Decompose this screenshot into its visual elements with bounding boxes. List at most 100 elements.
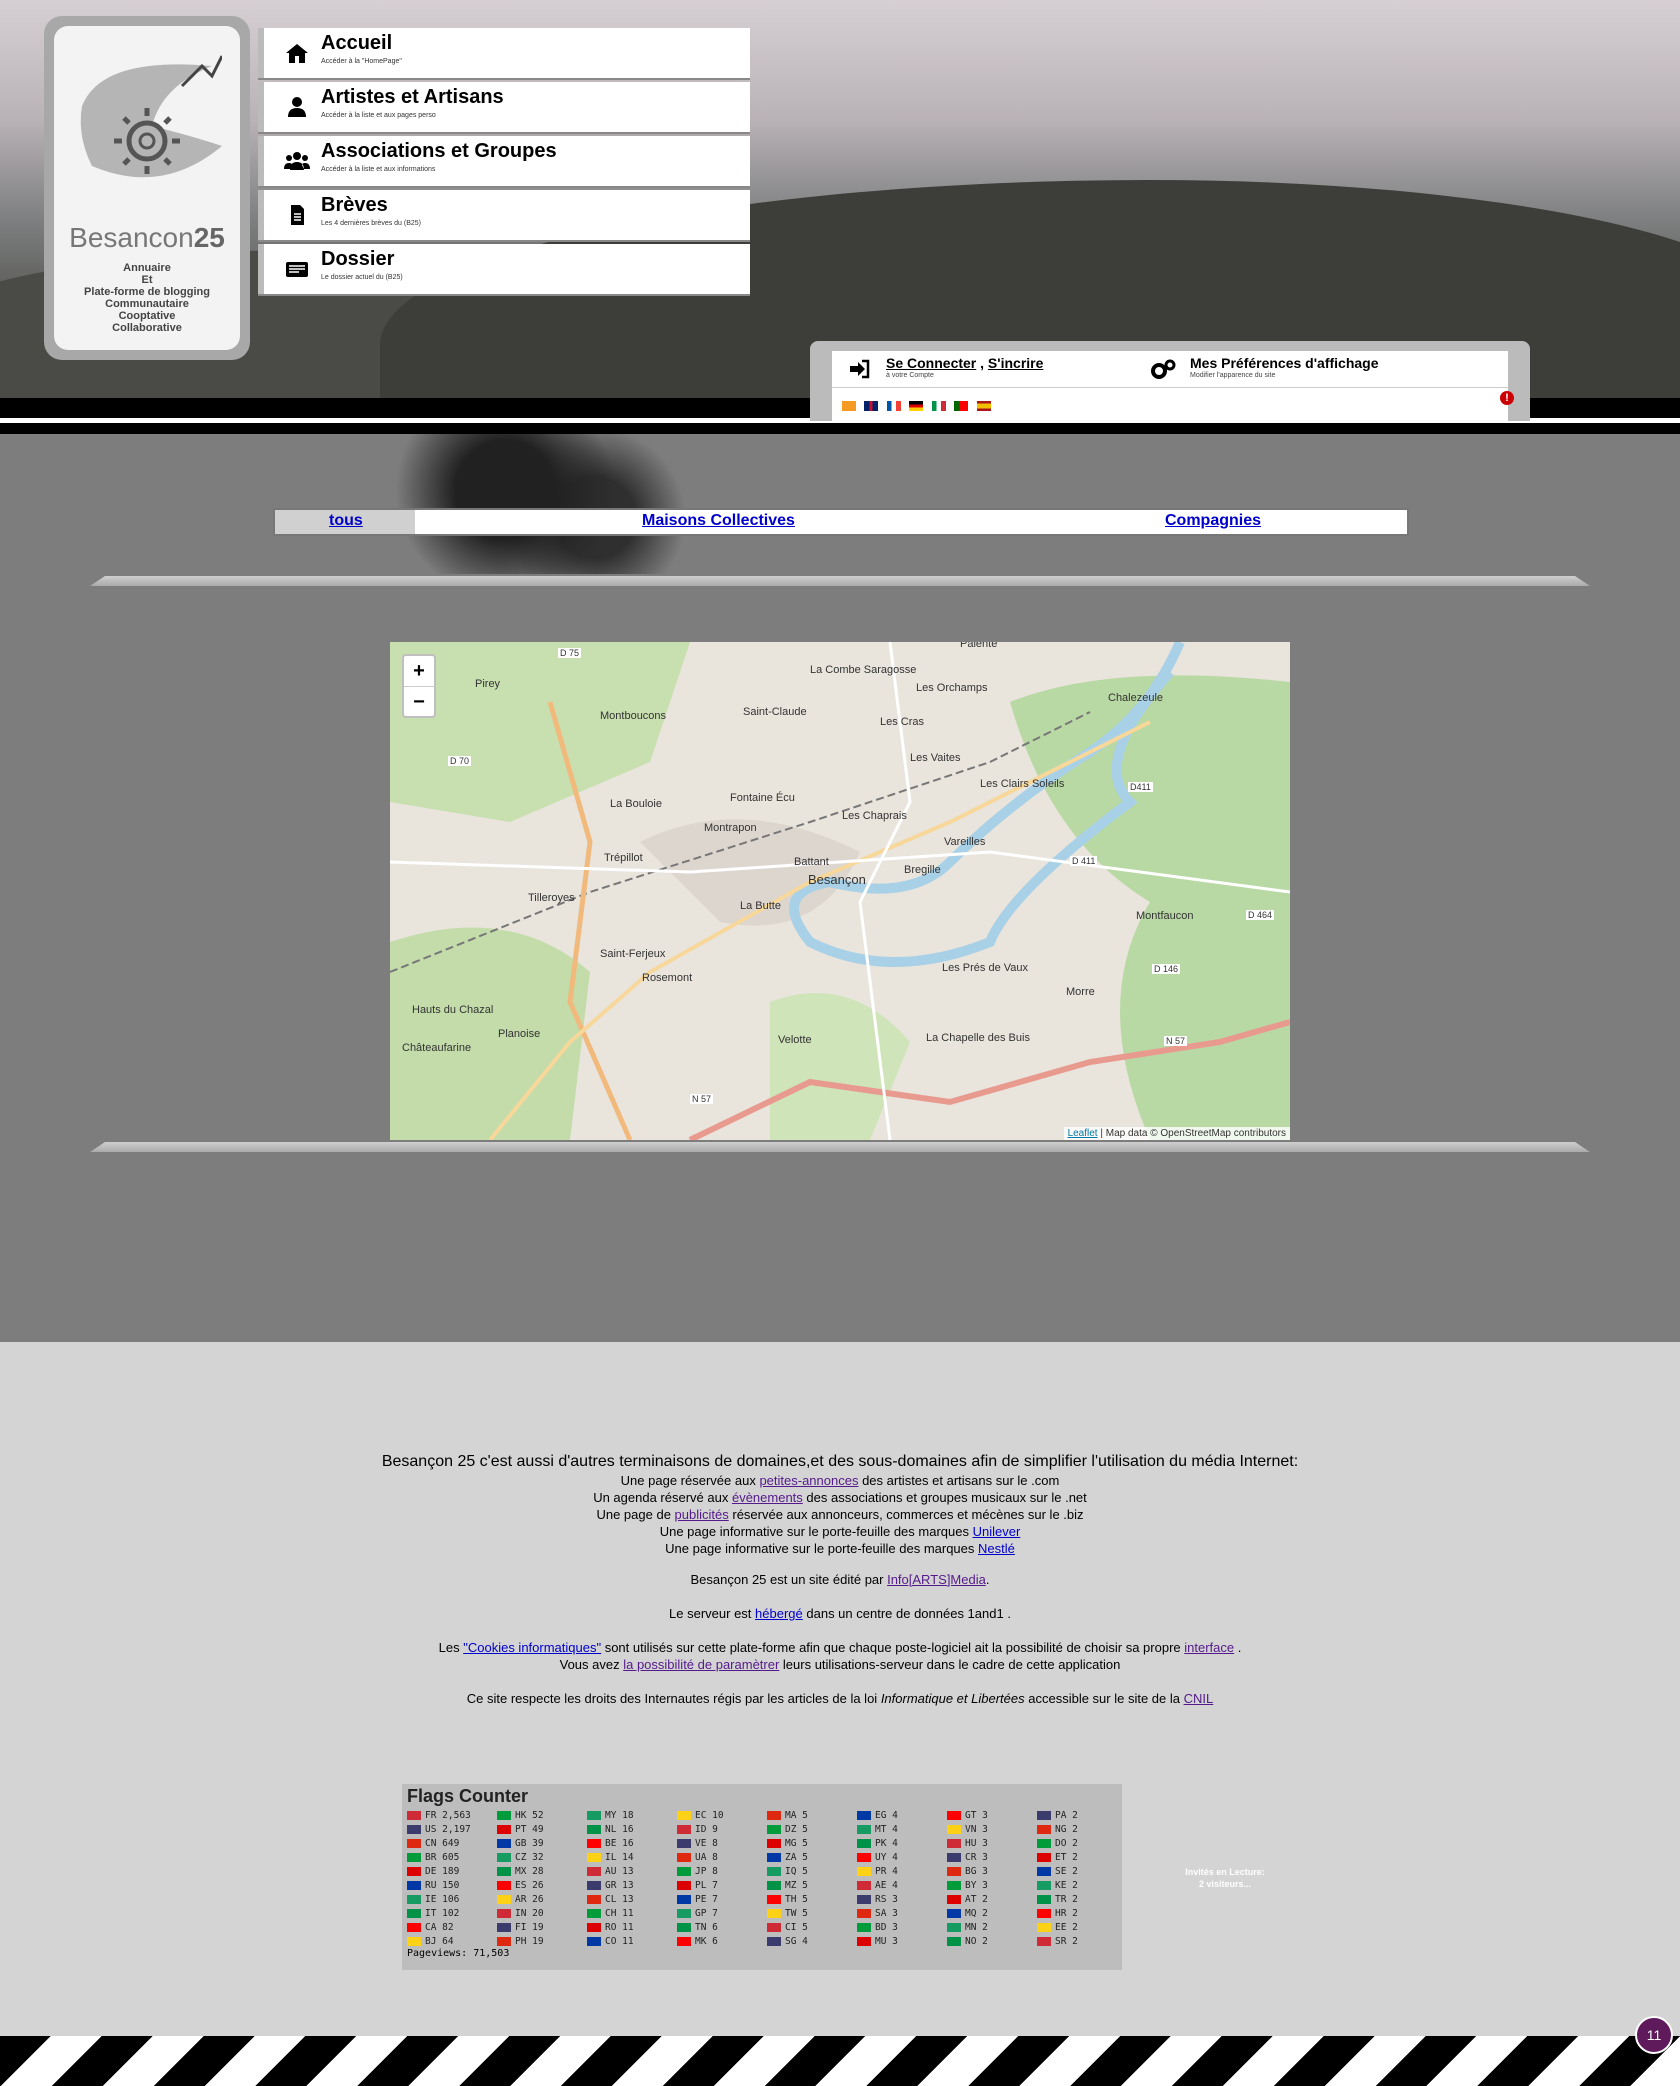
country-count: ZA 5 — [785, 1852, 808, 1863]
cnil-link[interactable]: CNIL — [1184, 1691, 1214, 1706]
alert-icon[interactable]: ! — [1500, 391, 1514, 405]
nav-item-breves[interactable]: Brèves Les 4 dernières brèves du (B25) — [258, 190, 750, 240]
flag-pt-icon[interactable] — [954, 400, 969, 411]
country-flag-icon — [497, 1811, 511, 1820]
flags-counter-row: NO 2 — [947, 1936, 1037, 1950]
divider-bottom — [90, 1142, 1590, 1152]
evenements-link[interactable]: évènements — [732, 1490, 803, 1505]
logo-subtitle: Annuaire Et Plate-forme de blogging Comm… — [54, 262, 240, 334]
flag-de-icon[interactable] — [909, 400, 924, 411]
parametrer-link[interactable]: la possibilité de paramètrer — [623, 1657, 779, 1672]
country-flag-icon — [947, 1811, 961, 1820]
country-count: IL 14 — [605, 1852, 634, 1863]
login-link[interactable]: Se Connecter — [886, 355, 976, 371]
country-flag-icon — [1037, 1937, 1051, 1946]
footer-text: Une page informative sur le porte-feuill… — [659, 1524, 973, 1539]
unilever-link[interactable]: Unilever — [973, 1524, 1021, 1539]
country-count: DO 2 — [1055, 1838, 1078, 1849]
flag-fr-icon[interactable] — [886, 400, 901, 411]
map-container[interactable]: + − Palente La Combe Saragosse Les Orcha… — [390, 642, 1290, 1140]
footer-text: Un agenda réservé aux — [593, 1490, 732, 1505]
country-flag-icon — [497, 1895, 511, 1904]
footer-text: des artistes et artisans sur le .com — [858, 1473, 1060, 1488]
flags-counter-row: HU 3 — [947, 1838, 1037, 1852]
country-count: MX 28 — [515, 1866, 544, 1877]
flags-counter-widget[interactable]: Flags Counter FR 2,563 US 2,197 CN 649 BR 6… — [402, 1784, 1122, 1970]
register-link[interactable]: S'incrire — [988, 355, 1043, 371]
footer-text: accessible sur le site de la — [1024, 1691, 1184, 1706]
country-flag-icon — [677, 1825, 691, 1834]
country-flag-icon — [1037, 1839, 1051, 1848]
flags-counter-row: FR 2,563 — [407, 1810, 497, 1824]
country-count: TW 5 — [785, 1908, 808, 1919]
flags-counter-row: VE 8 — [677, 1838, 767, 1852]
country-flag-icon — [857, 1909, 871, 1918]
nav-item-associations[interactable]: Associations et Groupes Accéder à la lis… — [258, 136, 750, 186]
country-flag-icon — [1037, 1825, 1051, 1834]
country-flag-icon — [497, 1881, 511, 1890]
footer-text: . — [985, 1572, 990, 1587]
country-count: MU 3 — [875, 1936, 898, 1947]
nav-item-dossier[interactable]: Dossier Le dossier actuel du (B25) — [258, 244, 750, 294]
petites-annonces-link[interactable]: petites-annonces — [759, 1473, 858, 1488]
zoom-out-button[interactable]: − — [404, 686, 434, 717]
flag-en-icon[interactable] — [864, 400, 879, 411]
nestle-link[interactable]: Nestlé — [978, 1541, 1015, 1556]
country-count: FI 19 — [515, 1922, 544, 1933]
flag-es-icon[interactable] — [976, 400, 991, 411]
flags-counter-column: MA 5 DZ 5 MG 5 ZA 5 IQ 5 MZ 5 TH 5 TW 5 CI 5 SG 4 — [767, 1810, 857, 1950]
flags-counter-row: PH 19 — [497, 1936, 587, 1950]
country-flag-icon — [947, 1867, 961, 1876]
map-label: Pirey — [475, 678, 501, 690]
heberge-link[interactable]: hébergé — [755, 1606, 803, 1621]
footer-line: Une page de publicités réservée aux anno… — [0, 1506, 1680, 1523]
country-flag-icon — [1037, 1853, 1051, 1862]
flags-counter-row: ET 2 — [1037, 1852, 1127, 1866]
country-flag-icon — [857, 1839, 871, 1848]
flag-it-icon[interactable] — [931, 400, 946, 411]
country-count: HU 3 — [965, 1838, 988, 1849]
country-flag-icon — [407, 1825, 421, 1834]
country-flag-icon — [857, 1937, 871, 1946]
country-flag-icon — [587, 1839, 601, 1848]
leaflet-link[interactable]: Leaflet — [1068, 1128, 1098, 1139]
interface-link[interactable]: interface — [1184, 1640, 1234, 1655]
zoom-in-button[interactable]: + — [404, 656, 434, 686]
flags-counter-row: NG 2 — [1037, 1824, 1127, 1838]
tab-link[interactable]: Compagnies — [1165, 512, 1261, 529]
tab-link[interactable]: tous — [329, 512, 363, 529]
country-flag-icon — [587, 1811, 601, 1820]
login-panel-inner: Se Connecter , S'incrire à votre Compte … — [832, 351, 1514, 421]
tab-maisons-collectives[interactable]: Maisons Collectives — [642, 512, 795, 530]
flags-counter-row: CO 11 — [587, 1936, 677, 1950]
footer-intro: Besançon 25 c'est aussi d'autres termina… — [381, 1453, 1299, 1470]
notification-badge[interactable]: 11 — [1635, 2016, 1673, 2054]
country-count: UA 8 — [695, 1852, 718, 1863]
tab-link[interactable]: Maisons Collectives — [642, 512, 795, 529]
country-flag-icon — [407, 1867, 421, 1876]
login-divider — [832, 387, 1508, 388]
country-count: MQ 2 — [965, 1908, 988, 1919]
site-logo[interactable]: Besancon25 Annuaire Et Plate-forme de bl… — [44, 16, 250, 360]
preferences-link[interactable]: Mes Préférences d'affichage — [1190, 355, 1379, 371]
country-flag-icon — [947, 1839, 961, 1848]
footer-line: Les "Cookies informatiques" sont utilisé… — [0, 1639, 1680, 1656]
tab-tous[interactable]: tous — [329, 512, 363, 530]
map-label: Montrapon — [704, 822, 757, 834]
nav-title: Accueil — [321, 32, 393, 54]
cogs-icon — [1150, 359, 1176, 385]
infoartsmedia-link[interactable]: Info[ARTS]Media — [887, 1572, 986, 1587]
country-flag-icon — [677, 1881, 691, 1890]
flags-counter-row: DO 2 — [1037, 1838, 1127, 1852]
flags-counter-row: IQ 5 — [767, 1866, 857, 1880]
nav-item-accueil[interactable]: Accueil Accéder à la "HomePage" — [258, 28, 750, 78]
tab-compagnies[interactable]: Compagnies — [1165, 512, 1261, 530]
publicites-link[interactable]: publicités — [675, 1507, 729, 1522]
country-flag-icon — [587, 1867, 601, 1876]
road-sign: D 411 — [1070, 856, 1098, 866]
country-flag-icon — [947, 1853, 961, 1862]
cookies-link[interactable]: "Cookies informatiques" — [463, 1640, 601, 1655]
nav-item-artistes[interactable]: Artistes et Artisans Accéder à la liste … — [258, 82, 750, 132]
map-label: Battant — [794, 856, 829, 868]
rss-icon[interactable] — [842, 400, 856, 411]
